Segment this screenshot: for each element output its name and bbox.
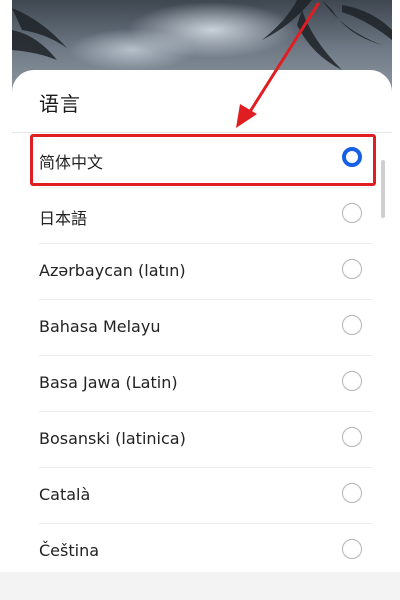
screen: 语言 简体中文 日本語 Azərbaycan (latın) Bahasa Me…: [0, 0, 400, 600]
bottom-edge: [0, 572, 400, 600]
annotation-arrow-icon: [236, 2, 320, 128]
